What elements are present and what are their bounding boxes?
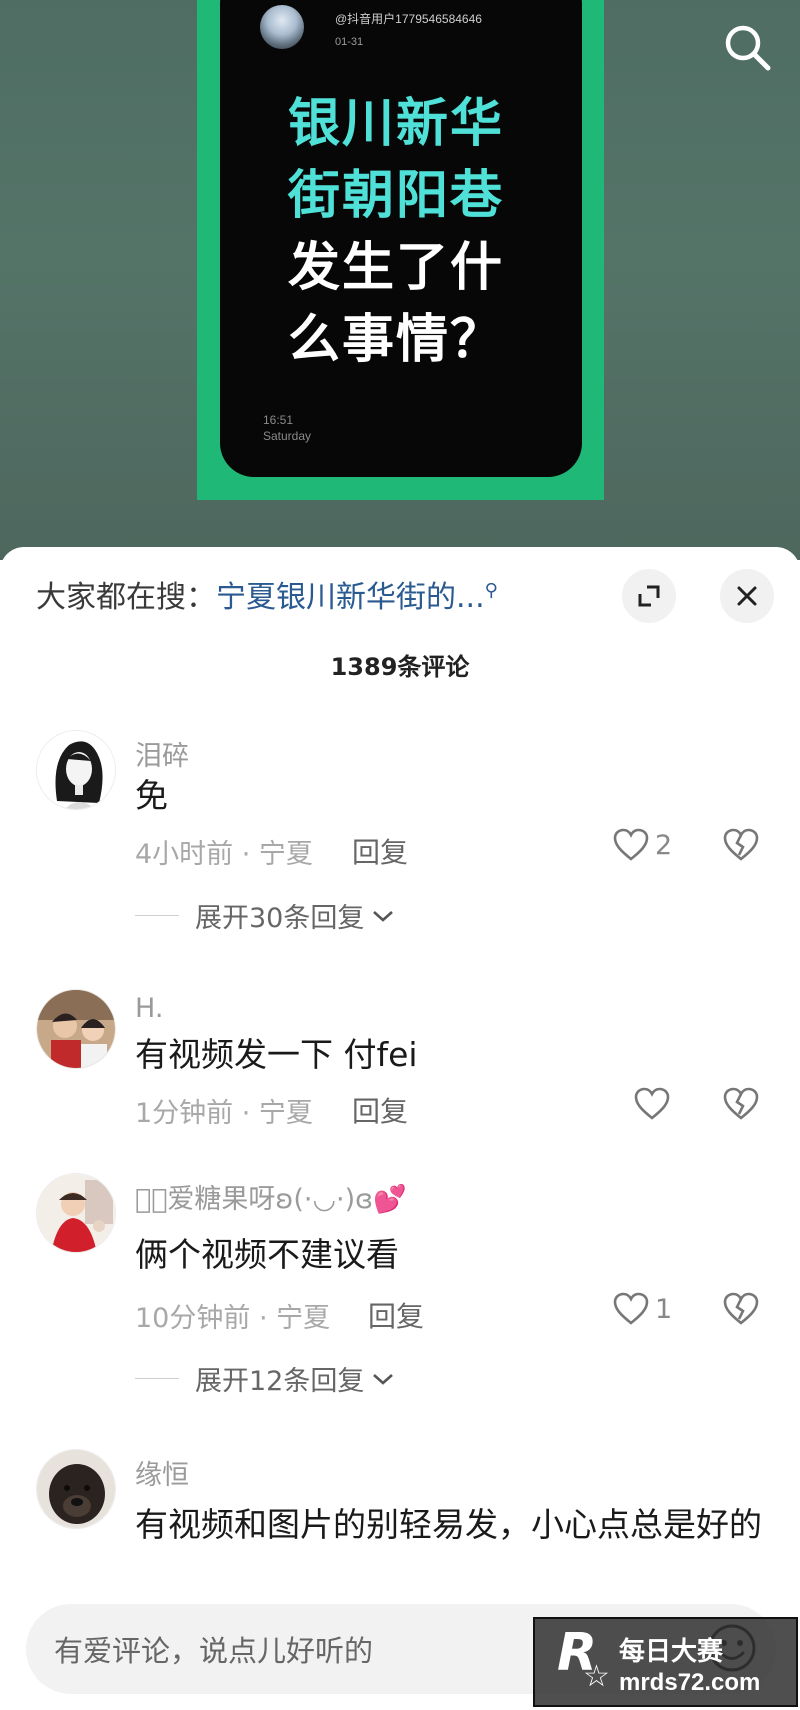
comment-text: 有视频和图片的别轻易发，小心点总是好的 — [135, 1505, 762, 1544]
close-button[interactable] — [720, 569, 774, 623]
card-clock: 16:51 Saturday — [263, 412, 311, 444]
reply-button[interactable]: 回复 — [368, 1295, 424, 1335]
dislike-button[interactable] — [723, 1087, 759, 1125]
expand-sheet-button[interactable] — [622, 569, 676, 623]
comment-count: 1389条评论 — [330, 653, 470, 681]
card-date: 01-31 — [335, 36, 364, 48]
headline-line-1: 银川新华 — [288, 94, 505, 154]
hot-search-label: 大家都在搜： — [36, 580, 216, 615]
comment-author[interactable]: 泪碎 — [135, 734, 189, 773]
headline-line-2: 街朝阳巷 — [288, 166, 505, 226]
card-clock-time: 16:51 — [263, 413, 294, 427]
video-phone-card: @抖音用户1779546584646 01-31 银川新华 街朝阳巷 发生了什 … — [220, 0, 582, 477]
comment-text: 有视频发一下 付fei — [135, 1035, 418, 1074]
chevron-down-icon — [373, 1373, 394, 1385]
comment-author[interactable]: 缘恒 — [135, 1453, 189, 1492]
broken-heart-icon — [723, 1292, 759, 1325]
star-icon: ☆ — [583, 1659, 610, 1694]
comment-meta: 1分钟前 · 宁夏 — [135, 1098, 313, 1129]
avatar[interactable] — [36, 1173, 116, 1253]
comment-text: 俩个视频不建议看 — [135, 1235, 399, 1274]
watermark-url: mrds72.com — [619, 1669, 761, 1696]
comment-sheet: 大家都在搜：宁夏银川新华街的...⚲ 1389条评论 泪碎 免 4小时前 · 宁… — [0, 547, 800, 1710]
site-watermark: R ☆ 每日大赛 mrds72.com — [533, 1617, 798, 1707]
card-user-avatar — [260, 5, 304, 49]
expand-divider — [135, 1378, 179, 1379]
expand-replies-label: 展开12条回复 — [195, 1366, 365, 1397]
expand-replies-label: 展开30条回复 — [195, 903, 365, 934]
comment-input-placeholder[interactable]: 有爱评论，说点儿好听的 — [54, 1628, 373, 1670]
hot-search-term[interactable]: 宁夏银川新华街的... — [216, 580, 485, 615]
comment-item: 缘恒 有视频和图片的别轻易发，小心点总是好的 — [0, 1449, 800, 1599]
hot-search-magnifier-icon: ⚲ — [484, 580, 498, 601]
hot-search-bar[interactable]: 大家都在搜：宁夏银川新华街的...⚲ — [36, 572, 498, 616]
avatar[interactable] — [36, 989, 116, 1069]
reply-button[interactable]: 回复 — [352, 1090, 408, 1130]
broken-heart-icon — [723, 828, 759, 861]
card-username: @抖音用户1779546584646 — [335, 12, 482, 26]
headline-line-3: 发生了什 — [288, 238, 505, 298]
expand-divider — [135, 915, 179, 916]
comment-meta: 4小时前 · 宁夏 — [135, 839, 313, 870]
comment-author[interactable]: H. — [135, 993, 163, 1024]
comment-author[interactable]: 𝓜ꦿ爱糖果呀ʚ(·◡·)ɞ💕 — [135, 1177, 407, 1216]
heart-icon — [613, 828, 649, 861]
search-icon[interactable] — [720, 20, 776, 76]
video-player[interactable]: @抖音用户1779546584646 01-31 银川新华 街朝阳巷 发生了什 … — [0, 0, 800, 560]
avatar[interactable] — [36, 730, 116, 810]
chevron-down-icon — [373, 910, 394, 922]
reply-button[interactable]: 回复 — [352, 831, 408, 871]
headline-line-4: 么事情？ — [288, 310, 505, 370]
close-icon — [737, 586, 757, 606]
like-count: 2 — [655, 829, 673, 861]
card-clock-day: Saturday — [263, 429, 312, 443]
avatar[interactable] — [36, 1449, 116, 1529]
dislike-button[interactable] — [723, 1292, 759, 1330]
heart-icon — [634, 1087, 670, 1120]
broken-heart-icon — [723, 1087, 759, 1120]
card-headline: 银川新华 街朝阳巷 发生了什 么事情？ — [288, 88, 528, 376]
like-count: 1 — [655, 1293, 673, 1325]
expand-icon — [638, 585, 660, 607]
dislike-button[interactable] — [723, 828, 759, 866]
comment-text: 免 — [135, 776, 168, 815]
like-button[interactable] — [634, 1087, 670, 1121]
expand-replies-button[interactable]: 展开30条回复 — [135, 896, 396, 935]
expand-replies-button[interactable]: 展开12条回复 — [135, 1359, 396, 1398]
like-button[interactable]: 2 — [613, 828, 672, 862]
watermark-site-name: 每日大赛 — [619, 1637, 724, 1667]
heart-icon — [613, 1292, 649, 1325]
like-button[interactable]: 1 — [613, 1292, 672, 1326]
comment-meta: 10分钟前 · 宁夏 — [135, 1303, 331, 1334]
